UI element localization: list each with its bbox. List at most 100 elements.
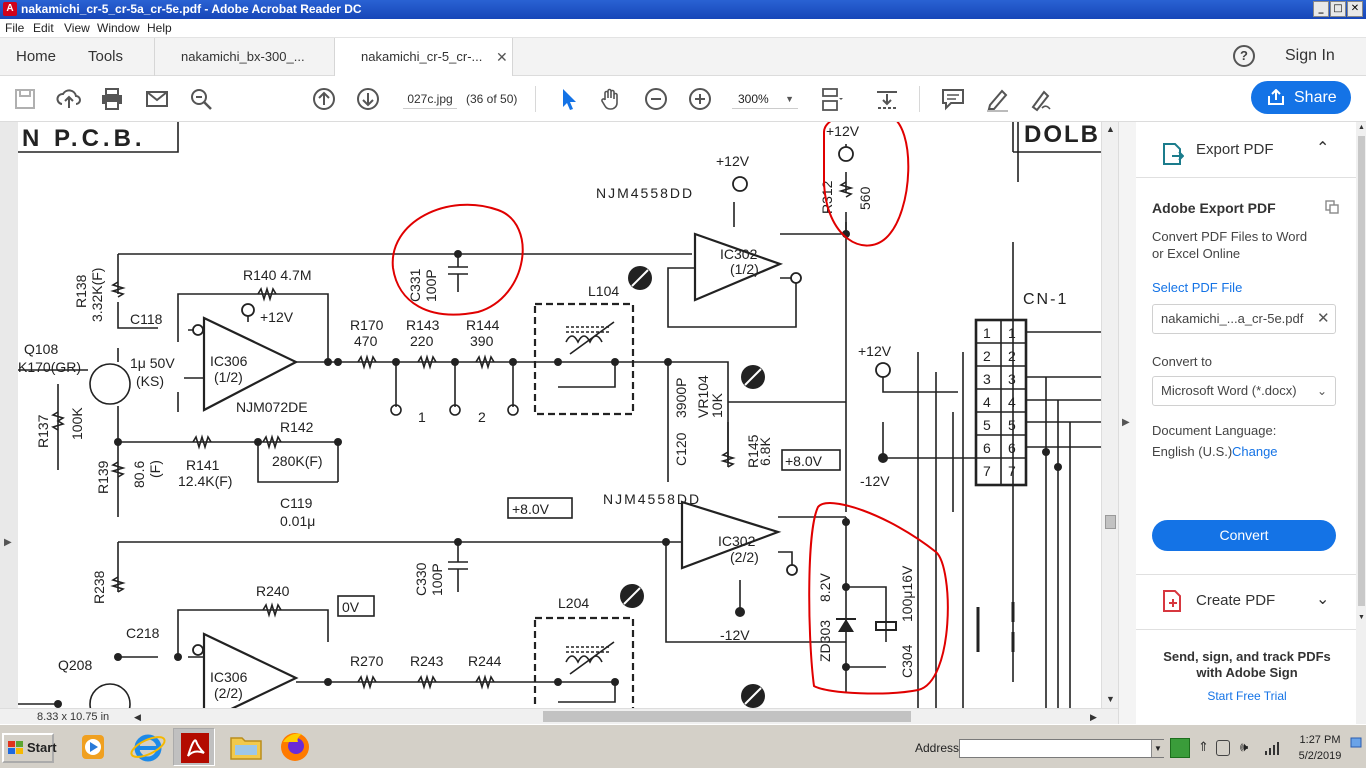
convert-button[interactable]: Convert (1152, 520, 1336, 551)
collapse-pane-toggle[interactable]: ▶ (1122, 417, 1130, 428)
scroll-down-arrow[interactable]: ▼ (1106, 694, 1115, 704)
clear-file-icon[interactable]: ✕ (1317, 305, 1330, 333)
label-r144v: 390 (470, 333, 494, 349)
upload-cloud-icon[interactable] (56, 86, 82, 112)
firefox-taskbar-icon[interactable] (274, 728, 316, 766)
vertical-scroll-thumb[interactable] (1105, 515, 1116, 529)
close-window-button[interactable]: ✕ (1347, 1, 1363, 17)
help-button[interactable]: ? (1233, 45, 1255, 67)
show-desktop-icon[interactable] (1350, 735, 1362, 751)
menu-window[interactable]: Window (97, 21, 140, 35)
fill-sign-icon[interactable] (1028, 86, 1054, 112)
label-njm-bottom: NJM4558DD (603, 491, 701, 507)
page-layout-icon[interactable] (818, 86, 844, 112)
page-number-input[interactable]: 027c.jpg (403, 89, 457, 109)
scroll-right-arrow[interactable]: ▶ (1090, 712, 1097, 723)
label-circle-2: 2 (478, 409, 486, 425)
zoom-level-select[interactable]: 300% ▼ (732, 89, 798, 109)
left-pane-toggle[interactable]: ▶ (4, 537, 12, 548)
pane-scroll-thumb[interactable] (1358, 136, 1365, 606)
sign-in-button[interactable]: Sign In (1285, 47, 1335, 65)
label-njm072: NJM072DE (236, 399, 308, 415)
label-r170v: 470 (354, 333, 378, 349)
highlight-pen-icon[interactable] (984, 86, 1010, 112)
tray-expand-icon[interactable]: ⇑ (1198, 739, 1209, 755)
save-icon[interactable] (12, 86, 38, 112)
label-njm-top: NJM4558DD (596, 185, 694, 201)
internet-explorer-taskbar-icon[interactable] (127, 728, 169, 766)
file-explorer-taskbar-icon[interactable] (225, 728, 267, 766)
zoom-level-value: 300% (738, 92, 769, 106)
tab-home[interactable]: Home (16, 38, 56, 76)
label-r243: R243 (410, 653, 444, 669)
address-dropdown-arrow[interactable]: ▼ (1151, 740, 1164, 757)
tab-tools[interactable]: Tools (88, 38, 123, 76)
go-button-icon[interactable] (1170, 738, 1190, 758)
select-cursor-icon[interactable] (556, 86, 582, 112)
print-icon[interactable] (99, 86, 125, 112)
search-icon[interactable] (188, 86, 214, 112)
comment-icon[interactable] (940, 86, 966, 112)
menu-help[interactable]: Help (147, 21, 172, 35)
document-viewer[interactable]: ▶ N P.C.B. DOLB NJM4558DD NJM4558DD NJM0… (0, 122, 1118, 708)
export-pdf-header[interactable]: Export PDF ⌃ (1136, 122, 1356, 178)
horizontal-scroll-thumb[interactable] (543, 711, 911, 722)
horizontal-scrollbar[interactable]: 8.33 x 10.75 in ◀ ▶ (0, 708, 1118, 724)
label-r139f: (F) (147, 460, 163, 478)
label-r137: R137 (35, 414, 51, 448)
clock-date: 5/2/2019 (1298, 750, 1342, 762)
label-r142v: 280K(F) (272, 453, 323, 469)
document-language-value: English (U.S.) (1152, 444, 1233, 459)
label-c331: C331 (407, 268, 423, 302)
share-button[interactable]: Share (1251, 81, 1351, 114)
scroll-left-arrow[interactable]: ◀ (134, 712, 141, 723)
tab-doc-bx300[interactable]: nakamichi_bx-300_... (154, 38, 335, 76)
scrolling-mode-icon[interactable] (874, 86, 900, 112)
label-r170: R170 (350, 317, 384, 333)
email-icon[interactable] (144, 86, 170, 112)
network-signal-icon[interactable] (1264, 740, 1280, 759)
pane-scroll-down-arrow[interactable]: ▼ (1358, 614, 1365, 621)
chevron-down-icon[interactable]: ⌄ (1316, 589, 1329, 608)
cn1-pin-6b: 6 (1008, 440, 1016, 456)
label-c118ks: (KS) (136, 373, 164, 389)
maximize-button[interactable]: □ (1330, 1, 1346, 17)
close-tab-icon[interactable]: ✕ (496, 49, 508, 66)
label-ic306b-sub: (2/2) (214, 685, 243, 701)
menu-view[interactable]: View (64, 21, 90, 35)
acrobat-taskbar-icon[interactable] (173, 728, 215, 766)
scroll-up-arrow[interactable]: ▲ (1106, 124, 1115, 134)
volume-icon[interactable]: 🕪 (1240, 739, 1248, 755)
menu-edit[interactable]: Edit (33, 21, 54, 35)
usb-device-icon[interactable] (1216, 740, 1230, 756)
media-player-taskbar-icon[interactable] (72, 728, 114, 766)
start-button[interactable]: Start (2, 733, 57, 763)
convert-format-select[interactable]: Microsoft Word (*.docx) ⌄ (1152, 376, 1336, 406)
label-cn1: CN-1 (1023, 291, 1068, 308)
tools-pane-scrollbar[interactable]: ▲ ▼ (1356, 122, 1366, 724)
chevron-up-icon[interactable]: ⌃ (1316, 138, 1329, 157)
label-q108: Q108 (24, 341, 58, 357)
select-file-label: Select PDF File (1152, 280, 1243, 295)
label-r139: R139 (95, 460, 111, 494)
label-zd303v: 8.2V (817, 573, 833, 602)
zoom-out-icon[interactable] (643, 86, 669, 112)
label-r312: R312 (819, 180, 835, 214)
vertical-scrollbar[interactable]: ▲ ▼ (1101, 122, 1118, 708)
start-free-trial-link[interactable]: Start Free Trial (1162, 689, 1332, 703)
minimize-button[interactable]: _ (1313, 1, 1329, 17)
address-input[interactable]: ▼ (959, 739, 1164, 758)
adobe-export-heading: Adobe Export PDF (1152, 200, 1276, 216)
previous-page-icon[interactable] (311, 86, 337, 112)
next-page-icon[interactable] (355, 86, 381, 112)
menu-file[interactable]: File (5, 21, 24, 35)
hand-tool-icon[interactable] (598, 86, 624, 112)
change-language-link[interactable]: Change (1232, 444, 1278, 459)
pane-scroll-up-arrow[interactable]: ▲ (1358, 124, 1365, 131)
tab-doc-cr5[interactable]: nakamichi_cr-5_cr-... (335, 38, 513, 77)
create-pdf-header[interactable]: Create PDF ⌄ (1136, 574, 1356, 630)
selected-file-field[interactable]: nakamichi_...a_cr-5e.pdf ✕ (1152, 304, 1336, 334)
zoom-in-icon[interactable] (687, 86, 713, 112)
label-circle-1: 1 (418, 409, 426, 425)
copy-icon[interactable] (1325, 200, 1339, 214)
